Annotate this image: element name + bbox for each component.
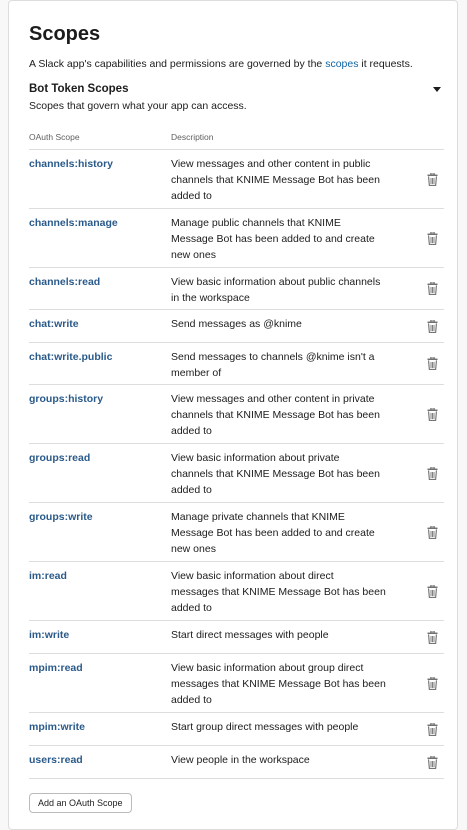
description-line: Message Bot has been added to and create bbox=[171, 527, 375, 539]
page-title: Scopes bbox=[29, 23, 101, 45]
scopes-card: Scopes A Slack app's capabilities and pe… bbox=[8, 0, 458, 830]
scope-name: mpim:write bbox=[29, 721, 86, 733]
scopes-intro: A Slack app's capabilities and permissio… bbox=[29, 57, 449, 71]
scope-name: groups:write bbox=[29, 511, 93, 523]
scope-name: chat:write.public bbox=[29, 351, 113, 363]
trash-icon[interactable] bbox=[427, 357, 439, 371]
trash-icon[interactable] bbox=[427, 723, 439, 737]
table-row: channels:manage Manage public channels th… bbox=[29, 209, 444, 268]
scope-description: View basic information about direct messa… bbox=[171, 568, 396, 616]
table-row: groups:read View basic information about … bbox=[29, 444, 444, 503]
trash-icon[interactable] bbox=[427, 526, 439, 540]
description-line: added to bbox=[171, 694, 212, 706]
scope-description: View messages and other content in priva… bbox=[171, 391, 396, 439]
scope-name: chat:write bbox=[29, 318, 79, 330]
table-row: im:read View basic information about dire… bbox=[29, 562, 444, 621]
scope-description: Manage private channels that KNIME Messag… bbox=[171, 509, 396, 557]
scope-description: View basic information about group direc… bbox=[171, 660, 396, 708]
scope-name: channels:manage bbox=[29, 217, 118, 229]
description-line: new ones bbox=[171, 543, 216, 555]
scopes-table: OAuth Scope Description channels:history… bbox=[29, 127, 444, 779]
description-line: channels that KNIME Message Bot has been bbox=[171, 174, 380, 186]
description-line: View basic information about direct bbox=[171, 570, 334, 582]
description-line: View messages and other content in priva… bbox=[171, 393, 375, 405]
table-row: groups:write Manage private channels that… bbox=[29, 503, 444, 562]
description-line: messages that KNIME Message Bot has been bbox=[171, 678, 386, 690]
table-row: mpim:read View basic information about gr… bbox=[29, 654, 444, 713]
trash-icon[interactable] bbox=[427, 585, 439, 599]
bot-token-scopes-subtitle: Scopes that govern what your app can acc… bbox=[29, 100, 247, 112]
scope-description: View messages and other content in publi… bbox=[171, 156, 396, 204]
trash-icon[interactable] bbox=[427, 320, 439, 334]
trash-icon[interactable] bbox=[427, 467, 439, 481]
description-line: Manage public channels that KNIME bbox=[171, 217, 341, 229]
description-line: Manage private channels that KNIME bbox=[171, 511, 345, 523]
scope-description: View basic information about private chan… bbox=[171, 450, 396, 498]
scope-name: mpim:read bbox=[29, 662, 83, 674]
scope-name: im:read bbox=[29, 570, 67, 582]
scope-description: Send messages to channels @knime isn't a… bbox=[171, 349, 396, 381]
scopes-link[interactable]: scopes bbox=[325, 58, 358, 70]
description-line: new ones bbox=[171, 249, 216, 261]
description-line: View basic information about public chan… bbox=[171, 276, 381, 288]
description-line: added to bbox=[171, 190, 212, 202]
description-line: added to bbox=[171, 484, 212, 496]
bot-token-scopes-title: Bot Token Scopes bbox=[29, 83, 129, 95]
trash-icon[interactable] bbox=[427, 173, 439, 187]
table-row: chat:write Send messages as @knime bbox=[29, 310, 444, 343]
description-line: added to bbox=[171, 602, 212, 614]
scope-name: im:write bbox=[29, 629, 70, 641]
description-line: channels that KNIME Message Bot has been bbox=[171, 468, 380, 480]
scope-name: groups:history bbox=[29, 393, 104, 405]
scope-name: users:read bbox=[29, 754, 83, 766]
scope-description: Send messages as @knime bbox=[171, 316, 396, 332]
table-row: groups:history View messages and other co… bbox=[29, 385, 444, 444]
scope-description: Start direct messages with people bbox=[171, 627, 396, 643]
description-line: channels that KNIME Message Bot has been bbox=[171, 409, 380, 421]
trash-icon[interactable] bbox=[427, 677, 439, 691]
scope-description: Start group direct messages with people bbox=[171, 719, 396, 735]
scope-name: channels:history bbox=[29, 158, 114, 170]
description-line: added to bbox=[171, 425, 212, 437]
scope-name: groups:read bbox=[29, 452, 91, 464]
trash-icon[interactable] bbox=[427, 756, 439, 770]
intro-text-after: it requests. bbox=[358, 58, 413, 70]
table-row: users:read View people in the workspace bbox=[29, 746, 444, 779]
trash-icon[interactable] bbox=[427, 282, 439, 296]
trash-icon[interactable] bbox=[427, 232, 439, 246]
intro-text-before: A Slack app's capabilities and permissio… bbox=[29, 58, 326, 70]
description-line: in the workspace bbox=[171, 292, 250, 304]
description-line: member of bbox=[171, 367, 222, 379]
description-line: Start group direct messages with people bbox=[171, 721, 359, 733]
add-oauth-scope-button[interactable]: Add an OAuth Scope bbox=[29, 793, 132, 813]
scopes-rows: channels:history View messages and other … bbox=[29, 150, 444, 779]
caret-down-icon[interactable] bbox=[433, 87, 441, 92]
description-line: View basic information about group direc… bbox=[171, 662, 364, 674]
header-oauth-scope: OAuth Scope bbox=[29, 132, 80, 142]
table-row: channels:history View messages and other … bbox=[29, 150, 444, 209]
description-line: Message Bot has been added to and create bbox=[171, 233, 375, 245]
description-line: Send messages to channels @knime isn't a bbox=[171, 351, 375, 363]
scope-description: View basic information about public chan… bbox=[171, 274, 396, 306]
trash-icon[interactable] bbox=[427, 631, 439, 645]
description-line: View people in the workspace bbox=[171, 754, 310, 766]
scope-description: View people in the workspace bbox=[171, 752, 396, 768]
table-header: OAuth Scope Description bbox=[29, 127, 444, 150]
description-line: View messages and other content in publi… bbox=[171, 158, 371, 170]
table-row: im:write Start direct messages with peopl… bbox=[29, 621, 444, 654]
description-line: View basic information about private bbox=[171, 452, 340, 464]
description-line: Send messages as @knime bbox=[171, 318, 302, 330]
table-row: channels:read View basic information abou… bbox=[29, 268, 444, 310]
table-row: chat:write.public Send messages to channe… bbox=[29, 343, 444, 385]
trash-icon[interactable] bbox=[427, 408, 439, 422]
header-description: Description bbox=[171, 132, 214, 142]
scope-name: channels:read bbox=[29, 276, 101, 288]
scope-description: Manage public channels that KNIME Message… bbox=[171, 215, 396, 263]
description-line: Start direct messages with people bbox=[171, 629, 329, 641]
table-row: mpim:write Start group direct messages wi… bbox=[29, 713, 444, 746]
description-line: messages that KNIME Message Bot has been bbox=[171, 586, 386, 598]
